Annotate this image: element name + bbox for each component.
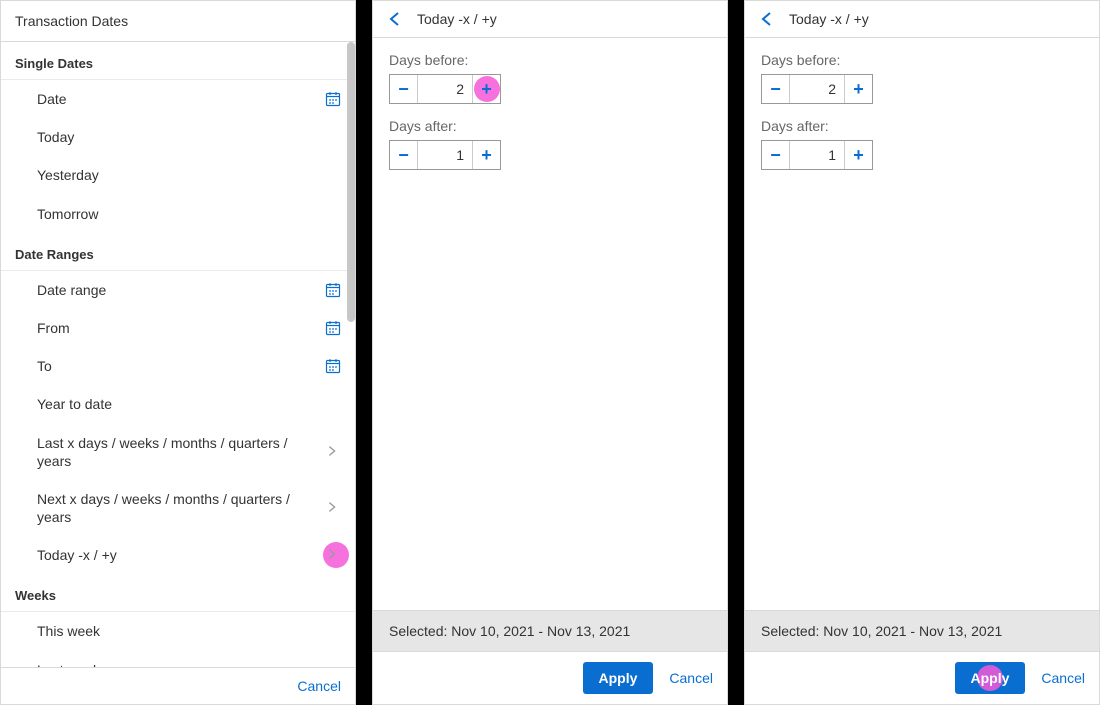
days-before-value[interactable]: 2: [418, 75, 472, 103]
days-before-decrement[interactable]: −: [762, 75, 790, 103]
option-label: Date range: [37, 281, 106, 299]
calendar-icon: [325, 320, 341, 336]
section-header-weeks: Weeks: [1, 574, 355, 612]
option-today-xy[interactable]: Today -x / +y: [1, 536, 355, 574]
option-label: Today: [37, 128, 74, 146]
option-label: Today -x / +y: [37, 546, 117, 564]
option-label: Tomorrow: [37, 205, 98, 223]
days-after-increment[interactable]: +: [472, 141, 500, 169]
option-label: Last week: [37, 661, 100, 667]
apply-button[interactable]: Apply: [583, 662, 654, 694]
option-label: Yesterday: [37, 166, 99, 184]
detail-body: Days before: − 2 + Days after: − 1 +: [745, 38, 1099, 610]
back-button[interactable]: [387, 11, 403, 27]
option-label: Last x days / weeks / months / quarters …: [37, 434, 297, 470]
option-tomorrow[interactable]: Tomorrow: [1, 195, 355, 233]
chevron-right-icon: [325, 547, 341, 563]
detail-title: Today -x / +y: [417, 11, 497, 27]
days-after-increment[interactable]: +: [844, 141, 872, 169]
apply-button[interactable]: Apply: [955, 662, 1026, 694]
option-yesterday[interactable]: Yesterday: [1, 156, 355, 194]
days-after-stepper: − 1 +: [389, 140, 501, 170]
option-this-week[interactable]: This week: [1, 612, 355, 650]
option-date[interactable]: Date: [1, 80, 355, 118]
detail-body: Days before: − 2 + Days after: − 1 +: [373, 38, 727, 610]
option-next-x[interactable]: Next x days / weeks / months / quarters …: [1, 480, 355, 536]
panel-transaction-dates: Transaction Dates Single Dates Date Toda…: [0, 0, 356, 705]
calendar-icon: [325, 358, 341, 374]
cancel-button[interactable]: Cancel: [669, 670, 713, 686]
days-after-decrement[interactable]: −: [762, 141, 790, 169]
option-label: From: [37, 319, 70, 337]
days-before-decrement[interactable]: −: [390, 75, 418, 103]
option-year-to-date[interactable]: Year to date: [1, 385, 355, 423]
days-before-increment[interactable]: +: [472, 75, 500, 103]
option-label: This week: [37, 622, 100, 640]
calendar-icon: [325, 91, 341, 107]
cancel-button[interactable]: Cancel: [297, 678, 341, 694]
days-after-value[interactable]: 1: [790, 141, 844, 169]
panel-today-xy-step2: Today -x / +y Days before: − 2 + Days af…: [744, 0, 1100, 705]
option-from[interactable]: From: [1, 309, 355, 347]
days-before-value[interactable]: 2: [790, 75, 844, 103]
detail-title: Today -x / +y: [789, 11, 869, 27]
days-before-label: Days before:: [389, 52, 711, 68]
days-after-value[interactable]: 1: [418, 141, 472, 169]
option-label: Date: [37, 90, 67, 108]
days-after-stepper: − 1 +: [761, 140, 873, 170]
option-to[interactable]: To: [1, 347, 355, 385]
scrollbar-thumb[interactable]: [347, 42, 355, 322]
calendar-icon: [325, 282, 341, 298]
panel-today-xy-step1: Today -x / +y Days before: − 2 + Days af…: [372, 0, 728, 705]
option-label: To: [37, 357, 52, 375]
option-last-x[interactable]: Last x days / weeks / months / quarters …: [1, 424, 355, 480]
days-after-label: Days after:: [389, 118, 711, 134]
option-label: Year to date: [37, 395, 112, 413]
selected-range: Selected: Nov 10, 2021 - Nov 13, 2021: [373, 610, 727, 651]
back-button[interactable]: [759, 11, 775, 27]
option-today[interactable]: Today: [1, 118, 355, 156]
days-after-decrement[interactable]: −: [390, 141, 418, 169]
chevron-right-icon: [325, 444, 341, 460]
detail-header: Today -x / +y: [373, 1, 727, 38]
days-before-increment[interactable]: +: [844, 75, 872, 103]
option-last-week[interactable]: Last week: [1, 651, 355, 667]
days-before-label: Days before:: [761, 52, 1083, 68]
cancel-button[interactable]: Cancel: [1041, 670, 1085, 686]
section-header-date-ranges: Date Ranges: [1, 233, 355, 271]
detail-footer: Apply Cancel: [745, 651, 1099, 704]
selected-range: Selected: Nov 10, 2021 - Nov 13, 2021: [745, 610, 1099, 651]
scrollbar[interactable]: [345, 42, 355, 667]
panel-title: Transaction Dates: [1, 1, 355, 42]
option-label: Next x days / weeks / months / quarters …: [37, 490, 297, 526]
days-after-label: Days after:: [761, 118, 1083, 134]
days-before-stepper: − 2 +: [389, 74, 501, 104]
options-list: Single Dates Date Today Yesterday Tomorr…: [1, 42, 355, 667]
detail-footer: Apply Cancel: [373, 651, 727, 704]
panel-footer: Cancel: [1, 667, 355, 704]
chevron-right-icon: [325, 500, 341, 516]
detail-header: Today -x / +y: [745, 1, 1099, 38]
option-date-range[interactable]: Date range: [1, 271, 355, 309]
days-before-stepper: − 2 +: [761, 74, 873, 104]
section-header-single-dates: Single Dates: [1, 42, 355, 80]
